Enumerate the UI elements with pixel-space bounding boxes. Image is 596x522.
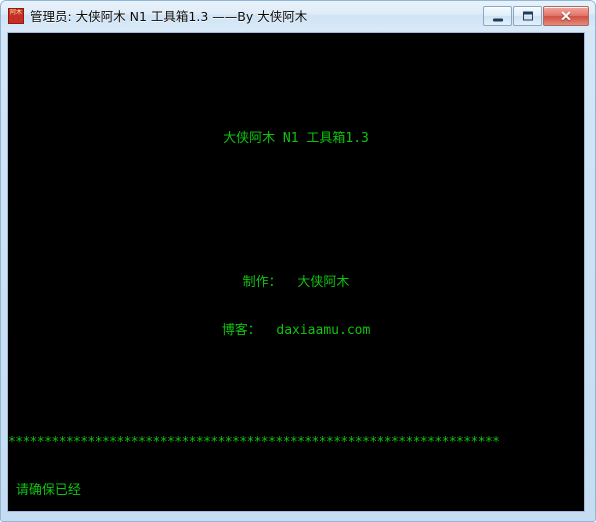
close-button[interactable]: ✕ <box>543 5 589 26</box>
author-label: 制作： <box>242 275 282 290</box>
console-output: 大侠阿木 N1 工具箱1.3 制作： 大侠阿木 博客： daxiaamu.com… <box>8 33 584 511</box>
console-title: 大侠阿木 N1 工具箱1.3 <box>223 131 369 146</box>
blog-url: daxiaamu.com <box>276 323 371 338</box>
minimize-button[interactable] <box>483 5 512 26</box>
app-icon-glyph: 阿木 <box>10 8 23 16</box>
app-icon: 阿木 <box>8 7 24 24</box>
window-controls: ✕ <box>483 5 591 26</box>
separator-stars: ****************************************… <box>8 435 500 450</box>
console-client-area[interactable]: 大侠阿木 N1 工具箱1.3 制作： 大侠阿木 博客： daxiaamu.com… <box>7 32 585 512</box>
title-bar[interactable]: 阿木 管理员: 大侠阿木 N1 工具箱1.3 ——By 大侠阿木 ✕ <box>1 1 595 30</box>
maximize-icon <box>522 11 533 20</box>
author-line: 制作： 大侠阿木 <box>8 275 584 291</box>
maximize-button[interactable] <box>513 5 542 26</box>
window-title: 管理员: 大侠阿木 N1 工具箱1.3 ——By 大侠阿木 <box>30 9 308 24</box>
author-name: 大侠阿木 <box>297 275 350 290</box>
application-window: 阿木 管理员: 大侠阿木 N1 工具箱1.3 ——By 大侠阿木 ✕ 大侠阿木 … <box>0 0 596 522</box>
blog-line: 博客： daxiaamu.com <box>8 323 584 339</box>
minimize-icon <box>492 18 503 21</box>
prerequisites-heading-text: 请确保已经 <box>15 483 81 498</box>
prerequisites-heading: 请确保已经 <box>8 483 584 499</box>
blog-label: 博客： <box>221 323 261 338</box>
close-icon: ✕ <box>560 7 572 24</box>
